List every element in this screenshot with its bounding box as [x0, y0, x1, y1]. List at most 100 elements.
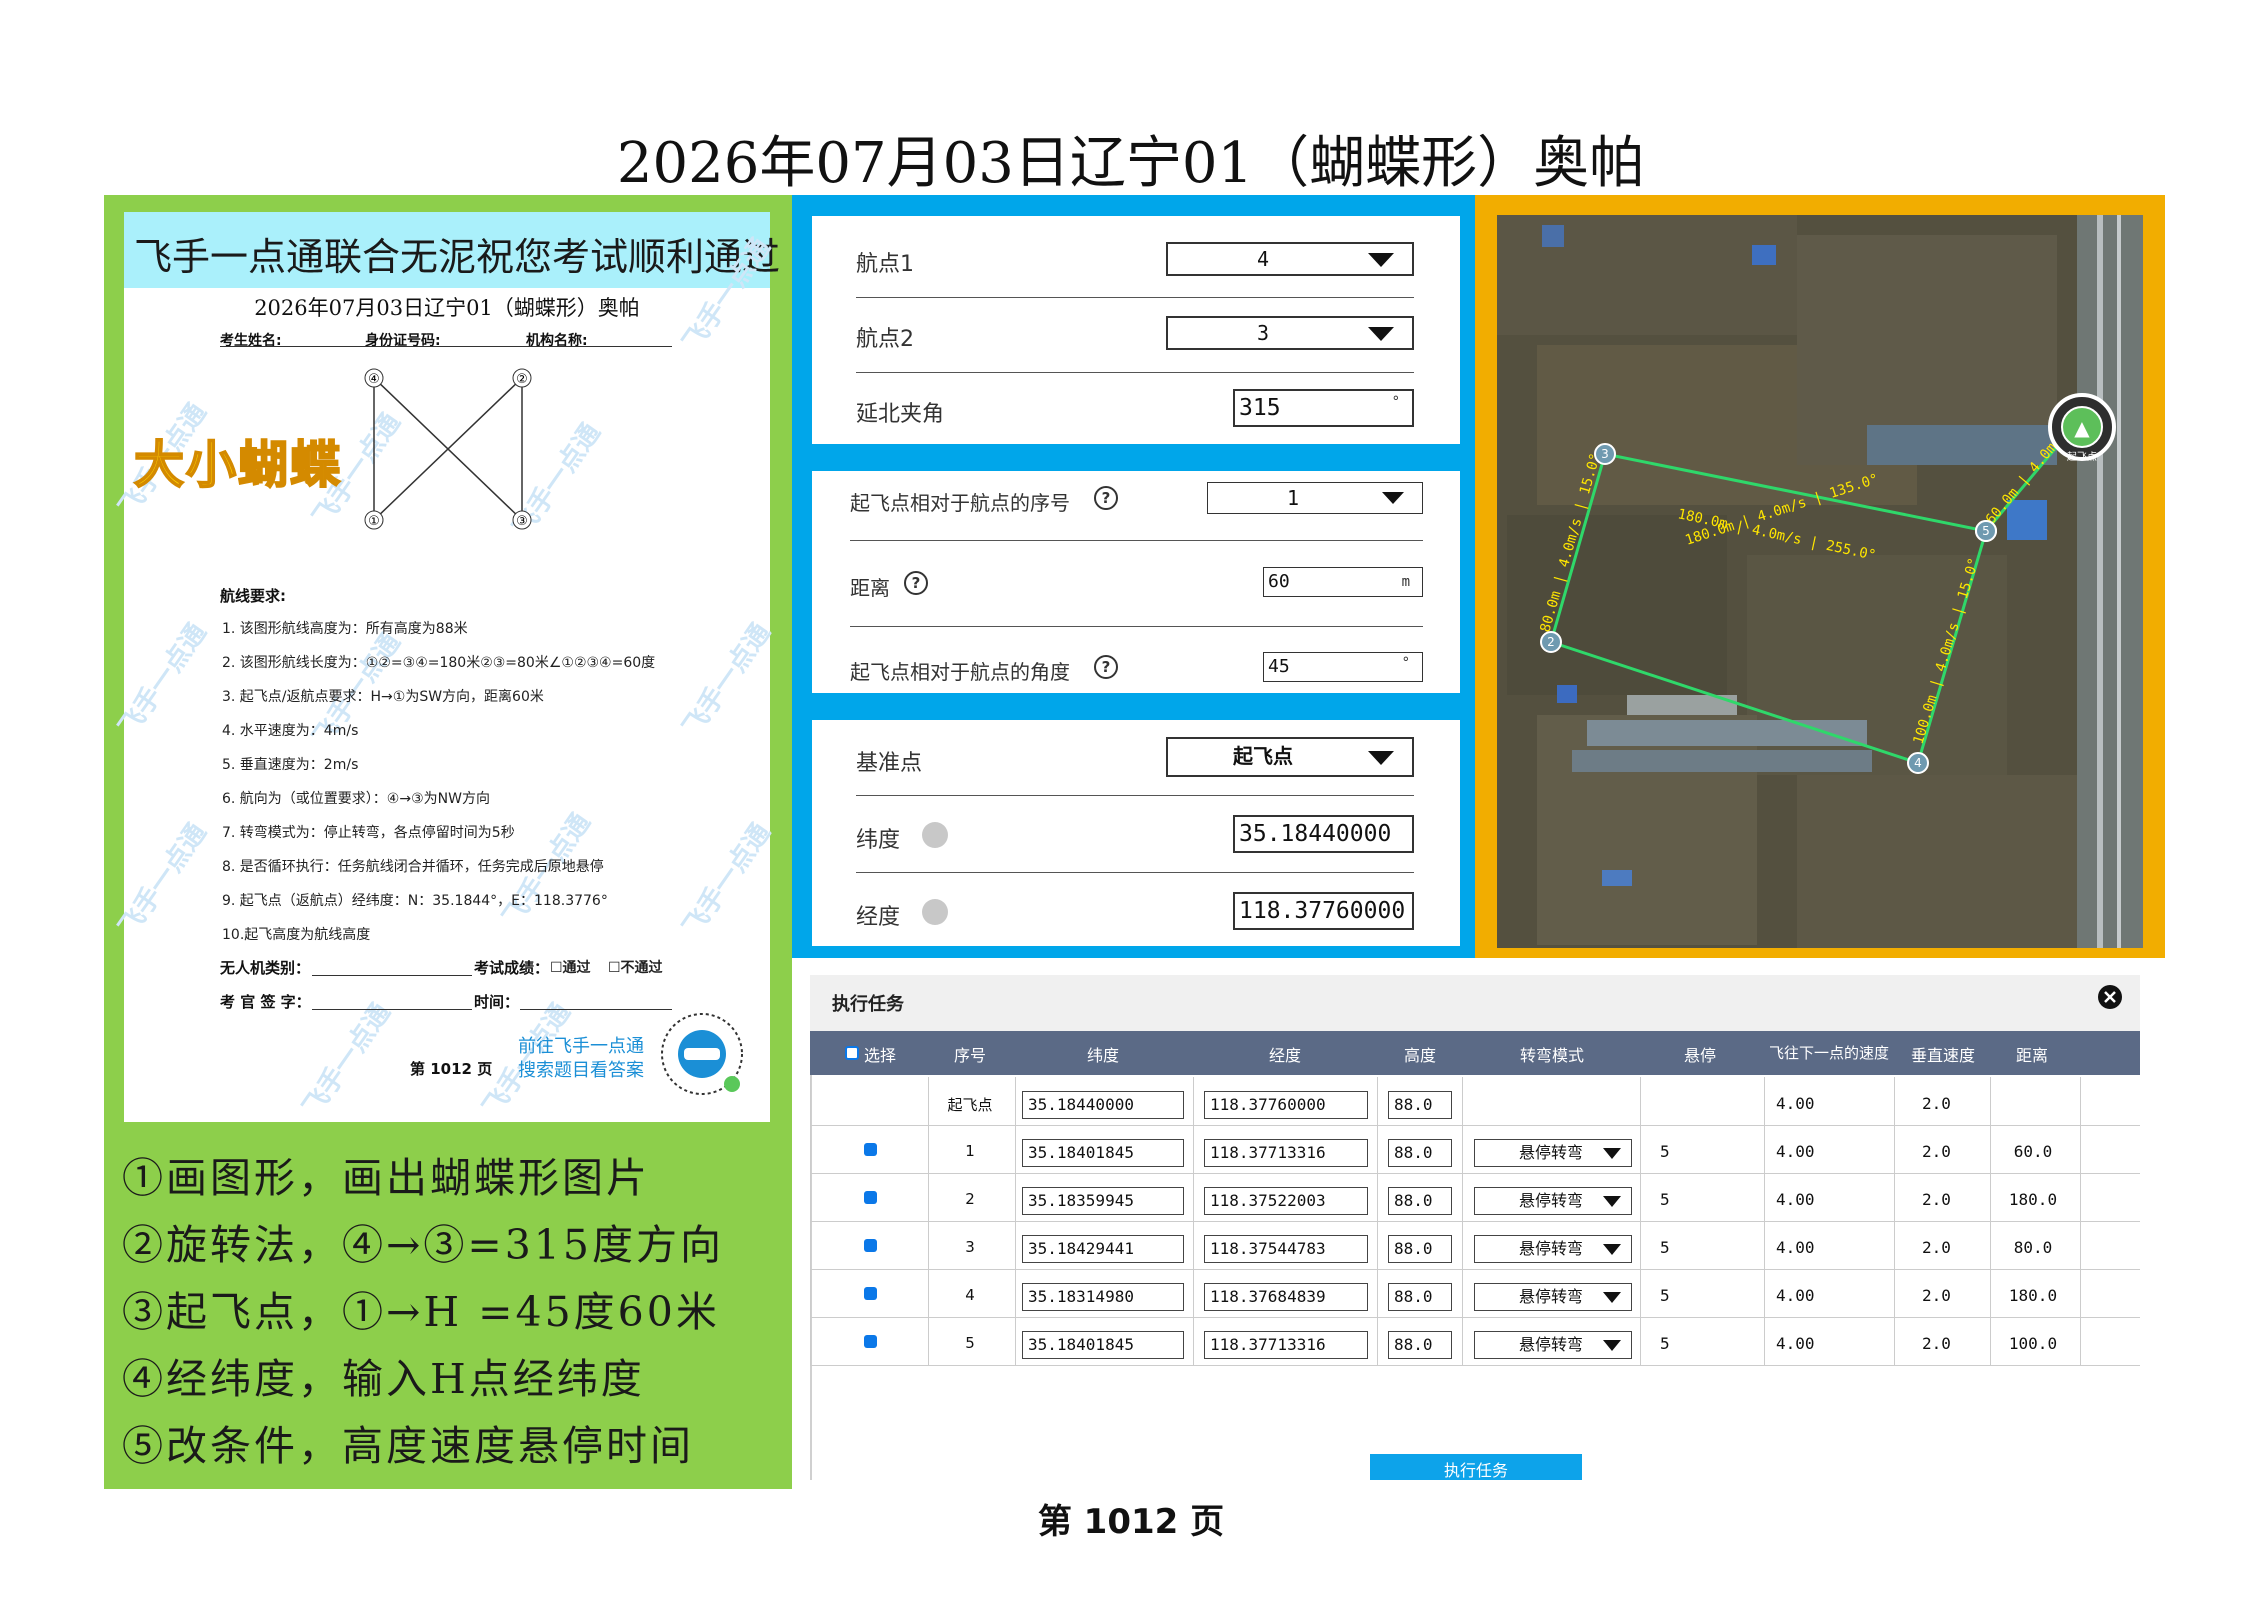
waypoint1-value: 4	[1256, 247, 1270, 271]
cell-divider	[810, 1269, 811, 1317]
row-select-checkbox[interactable]	[864, 1191, 877, 1204]
cell-divider	[1894, 1173, 1895, 1221]
longitude-cell-input[interactable]: 118.37684839	[1204, 1283, 1368, 1311]
turn-mode-select[interactable]: 悬停转弯	[1474, 1187, 1632, 1215]
turn-mode-select[interactable]: 悬停转弯	[1474, 1139, 1632, 1167]
speed-value: 4.00	[1776, 1286, 1815, 1305]
longitude-cell-input[interactable]: 118.37713316	[1204, 1139, 1368, 1167]
turn-mode-select[interactable]: 悬停转弯	[1474, 1235, 1632, 1263]
help-icon[interactable]: ?	[904, 571, 928, 595]
butterfly-size-label: 大小蝴蝶	[133, 435, 342, 495]
altitude-cell-input[interactable]: 88.0	[1388, 1187, 1452, 1215]
form-line	[520, 1009, 672, 1010]
chevron-down-icon[interactable]	[1603, 1340, 1621, 1351]
cell-divider	[1015, 1317, 1016, 1365]
execute-task-button[interactable]: 执行任务	[1370, 1454, 1582, 1480]
step-2: ②旋转法，④→③=315度方向	[122, 1221, 724, 1269]
altitude-cell-input[interactable]: 88.0	[1388, 1235, 1452, 1263]
vertical-speed-value: 2.0	[1922, 1334, 1951, 1353]
chevron-down-icon[interactable]	[1603, 1292, 1621, 1303]
longitude-cell-input[interactable]: 118.37760000	[1204, 1091, 1368, 1119]
divider	[856, 297, 1414, 298]
map-canvas[interactable]: 80.0m | 4.0m/s | 15.0° 180.0m | 4.0m/s |…	[1497, 215, 2143, 948]
vertical-speed-value: 2.0	[1922, 1190, 1951, 1209]
reference-select[interactable]: 起飞点	[1166, 737, 1414, 777]
cell-divider	[1990, 1173, 1991, 1221]
cell-divider	[928, 1221, 929, 1269]
takeoff-label: 起飞点	[2067, 451, 2097, 463]
cell-divider	[1764, 1269, 1765, 1317]
altitude-cell-input[interactable]: 88.0	[1388, 1139, 1452, 1167]
altitude-cell-input[interactable]: 88.0	[1388, 1091, 1452, 1119]
form-org-label: 机构名称:	[526, 333, 588, 349]
cell-divider	[1015, 1269, 1016, 1317]
takeoff-seq-select[interactable]: 1	[1207, 482, 1423, 514]
requirement-item: 9. 起飞点（返航点）经纬度：N：35.1844°，E：118.3776°	[222, 893, 608, 909]
cell-divider	[1015, 1077, 1016, 1125]
chevron-down-icon[interactable]	[1368, 751, 1394, 765]
row-select-checkbox[interactable]	[864, 1287, 877, 1300]
cell-divider	[1462, 1077, 1463, 1125]
altitude-cell-input[interactable]: 88.0	[1388, 1283, 1452, 1311]
cell-divider	[1193, 1077, 1194, 1125]
takeoff-angle-input[interactable]: 45 °	[1263, 652, 1423, 682]
latitude-value: 35.18440000	[1239, 821, 1392, 847]
cell-divider	[1764, 1317, 1765, 1365]
satellite-map[interactable]: 80.0m | 4.0m/s | 15.0° 180.0m | 4.0m/s |…	[1497, 215, 2143, 948]
waypoint1-select[interactable]: 4	[1166, 242, 1414, 276]
distance-unit: m	[1401, 574, 1410, 590]
longitude-cell-input[interactable]: 118.37544783	[1204, 1235, 1368, 1263]
cell-divider	[1377, 1125, 1378, 1173]
close-icon[interactable]	[2097, 984, 2123, 1010]
help-icon[interactable]: ?	[1094, 486, 1118, 510]
cell-divider	[1640, 1125, 1641, 1173]
row-select-checkbox[interactable]	[864, 1239, 877, 1252]
latitude-input[interactable]: 35.18440000	[1233, 815, 1414, 853]
north-angle-input[interactable]: 315 °	[1233, 389, 1414, 427]
cell-divider	[1894, 1269, 1895, 1317]
latitude-cell-input[interactable]: 35.18314980	[1022, 1283, 1184, 1311]
longitude-cell-input[interactable]: 118.37522003	[1204, 1187, 1368, 1215]
latitude-cell-input[interactable]: 35.18429441	[1022, 1235, 1184, 1263]
help-icon[interactable]: ?	[1094, 655, 1118, 679]
cell-divider	[1462, 1317, 1463, 1365]
chevron-down-icon[interactable]	[1603, 1148, 1621, 1159]
exam-result-label: 考试成绩：	[474, 959, 550, 977]
distance-input[interactable]: 60 m	[1263, 567, 1423, 597]
reference-value: 起飞点	[1233, 744, 1293, 768]
exam-page-number: 第 1012 页	[410, 1060, 493, 1078]
latitude-cell-input[interactable]: 35.18440000	[1022, 1091, 1184, 1119]
requirement-item: 6. 航向为（或位置要求）：④→③为NW方向	[222, 791, 490, 807]
altitude-cell-input[interactable]: 88.0	[1388, 1331, 1452, 1359]
distance-label: 距离	[850, 576, 890, 600]
sync-icon[interactable]	[922, 899, 948, 925]
row-select-checkbox[interactable]	[864, 1143, 877, 1156]
turn-mode-select[interactable]: 悬停转弯	[1474, 1283, 1632, 1311]
requirement-item: 2. 该图形航线长度为：①②=③④=180米②③=80米∠①②③④=60度	[222, 655, 656, 671]
sync-icon[interactable]	[922, 822, 948, 848]
cell-divider	[2080, 1221, 2081, 1269]
longitude-input[interactable]: 118.37760000	[1233, 892, 1414, 930]
column-header-speed: 飞往下一点的速度	[1768, 1044, 1889, 1062]
chevron-down-icon[interactable]	[1603, 1244, 1621, 1255]
column-header-lat: 纬度	[1086, 1046, 1119, 1065]
row-select-checkbox[interactable]	[864, 1335, 877, 1348]
latitude-cell-input[interactable]: 35.18401845	[1022, 1331, 1184, 1359]
turn-mode-select[interactable]: 悬停转弯	[1474, 1331, 1632, 1359]
cell-divider	[1894, 1221, 1895, 1269]
chevron-down-icon[interactable]	[1382, 492, 1404, 504]
cell-divider	[1193, 1125, 1194, 1173]
chevron-down-icon[interactable]	[1368, 327, 1394, 341]
cell-divider	[928, 1077, 929, 1125]
select-all-checkbox[interactable]	[845, 1046, 859, 1060]
cell-divider	[2080, 1077, 2081, 1125]
latitude-cell-input[interactable]: 35.18401845	[1022, 1139, 1184, 1167]
qr-code-icon	[661, 1013, 743, 1095]
longitude-value: 118.37760000	[1239, 898, 1406, 924]
distance-value: 180.0	[2008, 1286, 2058, 1305]
chevron-down-icon[interactable]	[1368, 253, 1394, 267]
waypoint2-select[interactable]: 3	[1166, 316, 1414, 350]
latitude-cell-input[interactable]: 35.18359945	[1022, 1187, 1184, 1215]
longitude-cell-input[interactable]: 118.37713316	[1204, 1331, 1368, 1359]
chevron-down-icon[interactable]	[1603, 1196, 1621, 1207]
